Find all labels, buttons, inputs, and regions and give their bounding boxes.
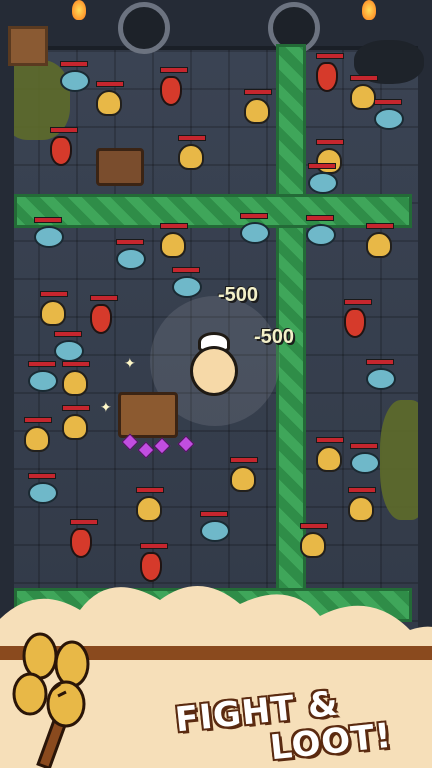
wheat-enemy[interactable]	[316, 139, 344, 174]
wheat-enemy[interactable]	[160, 223, 188, 258]
wheat-enemy[interactable]	[230, 457, 258, 492]
wheat-icon	[12, 632, 90, 768]
wheat-enemy[interactable]	[62, 405, 90, 440]
game-scene: ✦ ✦ -500 -500 FIGHT & LOOT!	[0, 0, 432, 768]
wheat-enemy[interactable]	[300, 523, 328, 558]
wheat-enemy[interactable]	[62, 361, 90, 396]
fish-enemy[interactable]	[34, 217, 64, 252]
hamster-chef-icon	[190, 346, 238, 396]
sparkle-icon: ✦	[124, 356, 136, 372]
hamster-chef-hero	[186, 332, 242, 398]
fish-enemy[interactable]	[308, 163, 338, 198]
fish-enemy[interactable]	[116, 239, 146, 274]
open-loot-chest[interactable]	[118, 392, 178, 438]
fish-enemy[interactable]	[374, 99, 404, 134]
damage-number: -500	[254, 326, 295, 348]
sewer-pipe	[118, 2, 170, 54]
treasure-chest[interactable]	[96, 148, 144, 186]
wheat-enemy[interactable]	[348, 487, 376, 522]
pepper-enemy[interactable]	[160, 67, 188, 106]
pepper-enemy[interactable]	[70, 519, 98, 558]
wheat-enemy[interactable]	[350, 75, 378, 110]
fish-enemy[interactable]	[240, 213, 270, 248]
poison-vine-horizontal	[14, 194, 412, 228]
pepper-enemy[interactable]	[344, 299, 372, 338]
torch-icon	[362, 0, 376, 20]
fish-enemy[interactable]	[172, 267, 202, 302]
pepper-enemy[interactable]	[90, 295, 118, 334]
pepper-enemy[interactable]	[50, 127, 78, 166]
wheat-enemy[interactable]	[366, 223, 394, 258]
fish-enemy[interactable]	[366, 359, 396, 394]
fish-enemy[interactable]	[28, 473, 58, 508]
fish-enemy[interactable]	[200, 511, 230, 546]
pepper-enemy[interactable]	[316, 53, 344, 92]
torch-icon	[72, 0, 86, 20]
wheat-enemy[interactable]	[178, 135, 206, 170]
fish-enemy[interactable]	[28, 361, 58, 396]
wheat-enemy[interactable]	[40, 291, 68, 326]
wooden-crate	[8, 26, 48, 66]
sparkle-icon: ✦	[100, 400, 112, 416]
wheat-enemy[interactable]	[24, 417, 52, 452]
wheat-enemy[interactable]	[136, 487, 164, 522]
damage-number: -500	[218, 284, 259, 306]
wheat-enemy[interactable]	[316, 437, 344, 472]
wheat-enemy[interactable]	[96, 81, 124, 116]
fish-enemy[interactable]	[306, 215, 336, 250]
fish-enemy[interactable]	[350, 443, 380, 478]
wheat-enemy[interactable]	[244, 89, 272, 124]
fish-enemy[interactable]	[60, 61, 90, 96]
